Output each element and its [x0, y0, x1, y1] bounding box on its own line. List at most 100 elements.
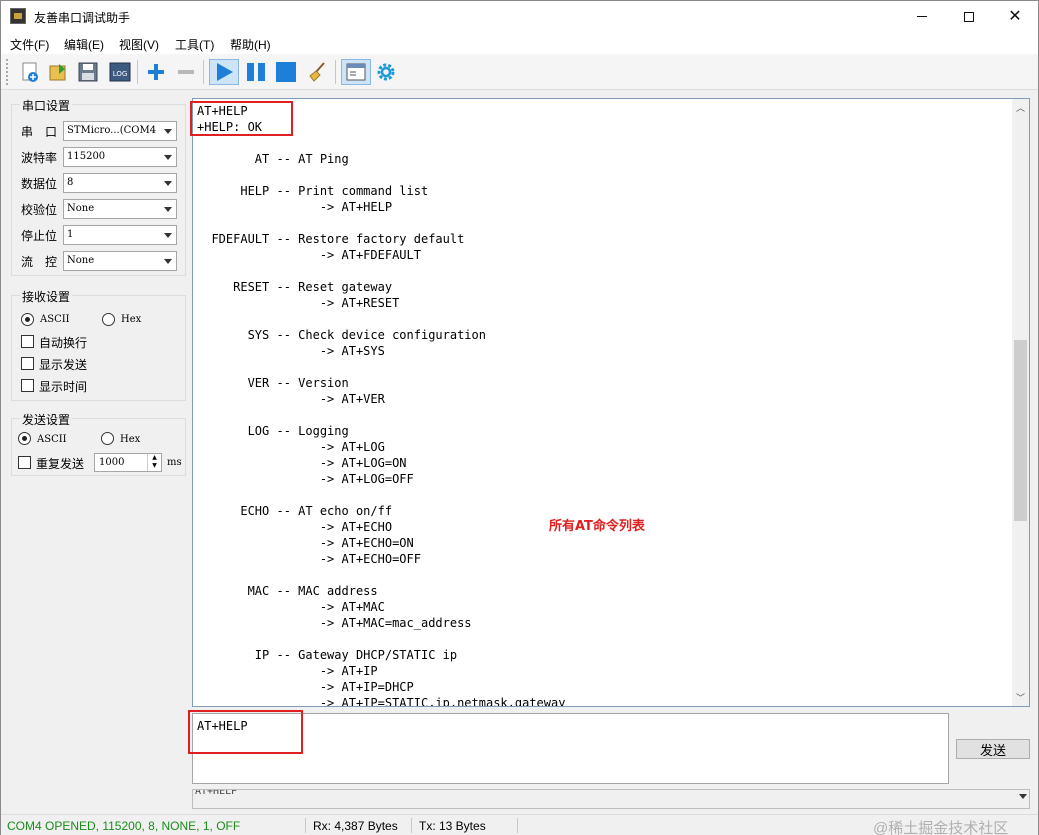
toolbar-grip [6, 59, 9, 85]
toolbar-separator [335, 60, 336, 84]
menu-tools[interactable]: 工具(T) [175, 36, 214, 53]
receive-hex-label: Hex [121, 314, 142, 325]
status-divider [411, 818, 412, 833]
receive-ascii-label: ASCII [40, 314, 70, 325]
play-button[interactable] [209, 59, 239, 85]
window-icon [346, 63, 366, 81]
menu-edit[interactable]: 编辑(E) [64, 36, 104, 53]
send-textarea[interactable]: AT+HELP [192, 713, 949, 784]
stop-button[interactable] [273, 59, 299, 85]
add-button[interactable] [143, 59, 169, 85]
receive-hex-radio[interactable] [102, 313, 115, 326]
status-connection: COM4 OPENED, 115200, 8, NONE, 1, OFF [7, 819, 241, 833]
parity-select[interactable]: None [63, 199, 177, 219]
remove-button[interactable] [173, 59, 199, 85]
menu-view[interactable]: 视图(V) [119, 36, 159, 53]
status-rx: Rx: 4,387 Bytes [313, 819, 398, 833]
flow-value: None [67, 255, 95, 266]
receive-ascii-radio[interactable] [21, 313, 34, 326]
scroll-up-icon[interactable]: ︿ [1012, 99, 1029, 116]
minimize-button[interactable] [899, 1, 945, 32]
toolbar-separator [203, 60, 204, 84]
send-hex-label: Hex [120, 434, 141, 445]
databits-select[interactable]: 8 [63, 173, 177, 193]
open-icon [49, 64, 66, 81]
port-value: STMicro...(COM4 [67, 125, 157, 136]
open-button[interactable] [45, 59, 71, 85]
stepper-down-icon[interactable]: ▼ [148, 462, 161, 470]
annotation-label: 所有AT命令列表 [549, 519, 645, 534]
port-label: 串 口 [21, 125, 58, 139]
chevron-down-icon [160, 122, 176, 140]
serial-settings-title: 串口设置 [20, 97, 73, 114]
interval-value: 1000 [99, 457, 125, 468]
save-button[interactable] [75, 59, 101, 85]
receive-textarea[interactable]: AT+HELP +HELP: OK AT -- AT Ping HELP -- … [192, 98, 1030, 707]
send-ascii-radio[interactable] [18, 432, 31, 445]
port-select[interactable]: STMicro...(COM4 [63, 121, 177, 141]
baud-label: 波特率 [21, 151, 58, 165]
stepper-buttons[interactable]: ▲ ▼ [147, 454, 161, 471]
auto-wrap-label: 自动换行 [39, 336, 88, 350]
serial-settings-group: 串口设置 串 口 STMicro...(COM4 波特率 115200 数据位 … [11, 97, 186, 276]
highlight-box-response [190, 101, 293, 136]
menu-help[interactable]: 帮助(H) [230, 36, 271, 53]
chevron-down-icon [160, 174, 176, 192]
close-icon: ✕ [1008, 7, 1022, 25]
stopbits-value: 1 [67, 229, 74, 240]
flow-select[interactable]: None [63, 251, 177, 271]
menu-bar: 文件(F) 编辑(E) 视图(V) 工具(T) 帮助(H) [1, 32, 1038, 54]
send-hex-radio[interactable] [101, 432, 114, 445]
chevron-down-icon [160, 226, 176, 244]
status-divider [305, 818, 306, 833]
settings-icon [377, 63, 395, 81]
show-time-label: 显示时间 [39, 380, 88, 394]
close-button[interactable]: ✕ [992, 1, 1038, 32]
repeat-send-checkbox[interactable] [18, 456, 31, 469]
app-window: 友善串口调试助手 ✕ 文件(F) 编辑(E) 视图(V) 工具(T) 帮助(H) [0, 0, 1039, 835]
watermark: @稀土掘金技术社区 [873, 820, 1009, 835]
send-settings-group: 发送设置 ASCII Hex 重复发送 1000 ▲ ▼ ms [11, 411, 186, 476]
send-button[interactable]: 发送 [956, 739, 1030, 759]
settings-button[interactable] [373, 59, 399, 85]
highlight-box-command [188, 710, 303, 754]
receive-text: AT+HELP +HELP: OK AT -- AT Ping HELP -- … [197, 104, 566, 707]
parity-label: 校验位 [21, 203, 58, 217]
send-settings-title: 发送设置 [20, 411, 73, 428]
app-icon [10, 8, 26, 24]
new-button[interactable] [17, 59, 43, 85]
stopbits-select[interactable]: 1 [63, 225, 177, 245]
window-button[interactable] [341, 59, 371, 85]
maximize-icon [964, 11, 974, 22]
remove-icon [178, 70, 194, 74]
stop-icon [276, 62, 296, 82]
status-divider [517, 818, 518, 833]
save-icon [78, 62, 98, 82]
baud-value: 115200 [67, 151, 106, 162]
chevron-down-icon [160, 148, 176, 166]
play-icon [217, 63, 233, 81]
maximize-button[interactable] [946, 1, 992, 32]
auto-wrap-checkbox[interactable] [21, 335, 34, 348]
send-history-value: AT+HELP [195, 789, 238, 797]
clear-button[interactable] [305, 59, 331, 85]
pause-button[interactable] [243, 59, 269, 85]
repeat-send-label: 重复发送 [36, 457, 85, 471]
send-ascii-label: ASCII [37, 434, 67, 445]
receive-scrollbar[interactable]: ︿ ﹀ [1012, 99, 1029, 706]
log-button[interactable]: LOG [107, 59, 133, 85]
log-icon-label: LOG [113, 70, 128, 78]
scroll-thumb[interactable] [1014, 340, 1027, 521]
send-history-select[interactable]: AT+HELP [192, 789, 1030, 809]
baud-select[interactable]: 115200 [63, 147, 177, 167]
show-send-checkbox[interactable] [21, 357, 34, 370]
title-bar: 友善串口调试助手 ✕ [1, 1, 1038, 32]
databits-value: 8 [67, 177, 74, 188]
scroll-down-icon[interactable]: ﹀ [1012, 689, 1029, 706]
stopbits-label: 停止位 [21, 229, 58, 243]
menu-file[interactable]: 文件(F) [10, 36, 49, 53]
show-time-checkbox[interactable] [21, 379, 34, 392]
interval-stepper[interactable]: 1000 ▲ ▼ [94, 453, 162, 472]
flow-label: 流 控 [21, 255, 58, 269]
stepper-up-icon[interactable]: ▲ [148, 454, 161, 462]
